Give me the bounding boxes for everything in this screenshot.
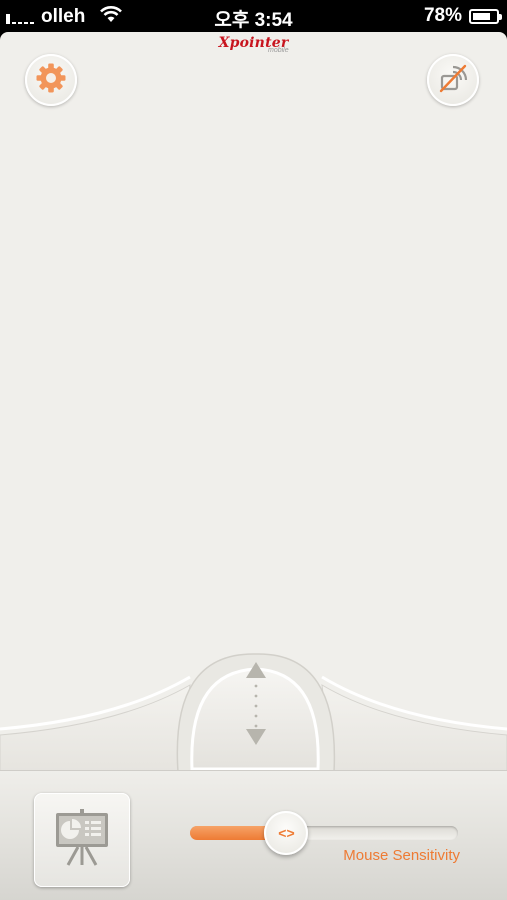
presentation-board-icon: [54, 808, 110, 872]
triangle-down-icon: [246, 729, 266, 750]
battery-icon: [469, 8, 502, 24]
triangle-up-icon: [246, 662, 266, 683]
connection-button[interactable]: [427, 54, 479, 106]
left-right-arrows-icon: <>: [278, 825, 295, 841]
presentation-mode-button[interactable]: [34, 793, 130, 887]
logo-subtext: mobile: [268, 47, 289, 54]
status-right: 78%: [423, 5, 502, 27]
settings-button[interactable]: [25, 54, 77, 106]
xpointer-app: Xpointer mobile <> Mouse Sensitivity: [0, 32, 507, 900]
status-bar: olleh 오후 3:54 78%: [0, 0, 507, 32]
scroll-wheel[interactable]: [236, 658, 276, 748]
scroll-dots: [254, 684, 258, 733]
app-logo: Xpointer mobile: [0, 34, 507, 54]
wireless-disconnected-icon: [436, 61, 470, 100]
control-panel: <> Mouse Sensitivity: [0, 770, 507, 900]
battery-percent: 78%: [423, 5, 462, 26]
slider-thumb[interactable]: <>: [264, 811, 309, 855]
mouse-sensitivity-label: Mouse Sensitivity: [343, 847, 460, 864]
gear-icon: [34, 61, 68, 100]
mouse-sensitivity-slider[interactable]: <>: [190, 811, 458, 855]
